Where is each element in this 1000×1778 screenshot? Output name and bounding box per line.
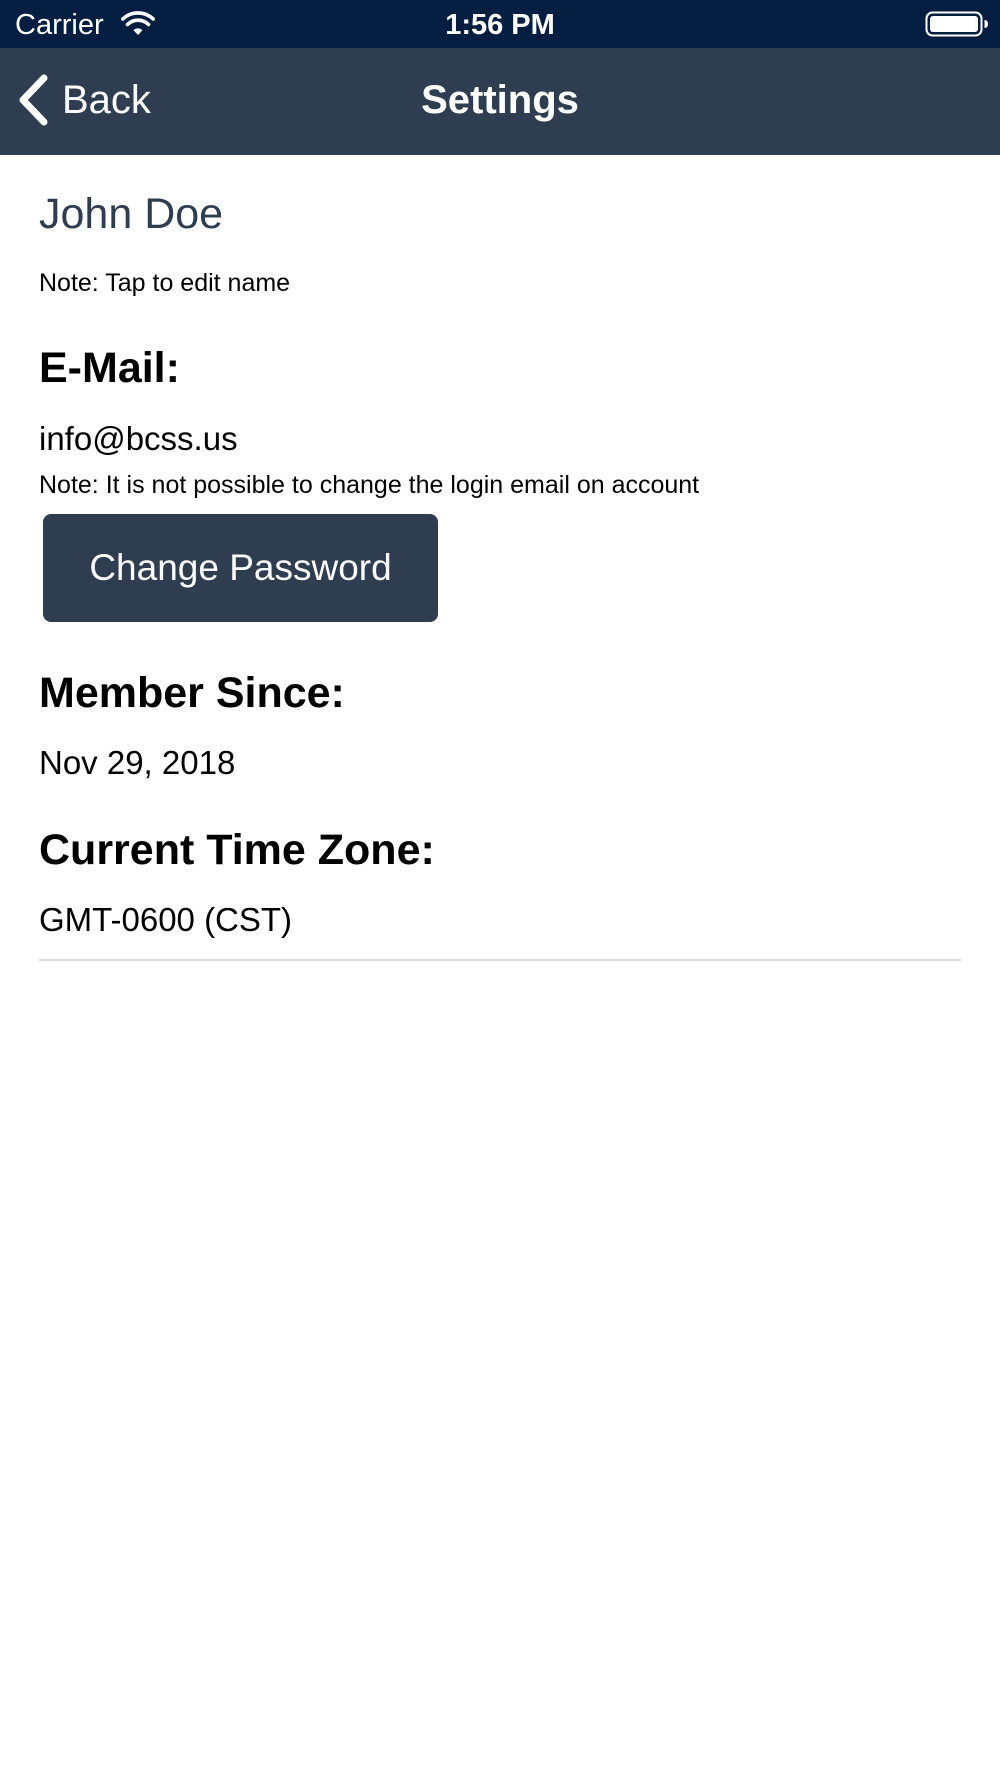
status-time: 1:56 PM <box>445 9 555 41</box>
name-edit-note: Note: Tap to edit name <box>39 269 291 297</box>
change-password-button[interactable]: Change Password <box>43 514 438 622</box>
email-heading: E-Mail: <box>39 344 180 392</box>
page-title: Settings <box>421 78 579 122</box>
time-zone-value: GMT-0600 (CST) <box>39 901 293 938</box>
navigation-bar: Back Settings <box>0 48 1000 155</box>
divider <box>39 959 961 961</box>
member-since-heading: Member Since: <box>39 669 345 717</box>
status-bar: Carrier 1:56 PM <box>0 0 1000 48</box>
user-name-field[interactable]: John Doe <box>39 188 223 240</box>
email-value: info@bcss.us <box>39 420 238 457</box>
member-since-value: Nov 29, 2018 <box>39 744 236 781</box>
email-note: Note: It is not possible to change the l… <box>39 471 700 499</box>
battery-full-icon <box>925 11 988 37</box>
time-zone-heading: Current Time Zone: <box>39 826 435 874</box>
